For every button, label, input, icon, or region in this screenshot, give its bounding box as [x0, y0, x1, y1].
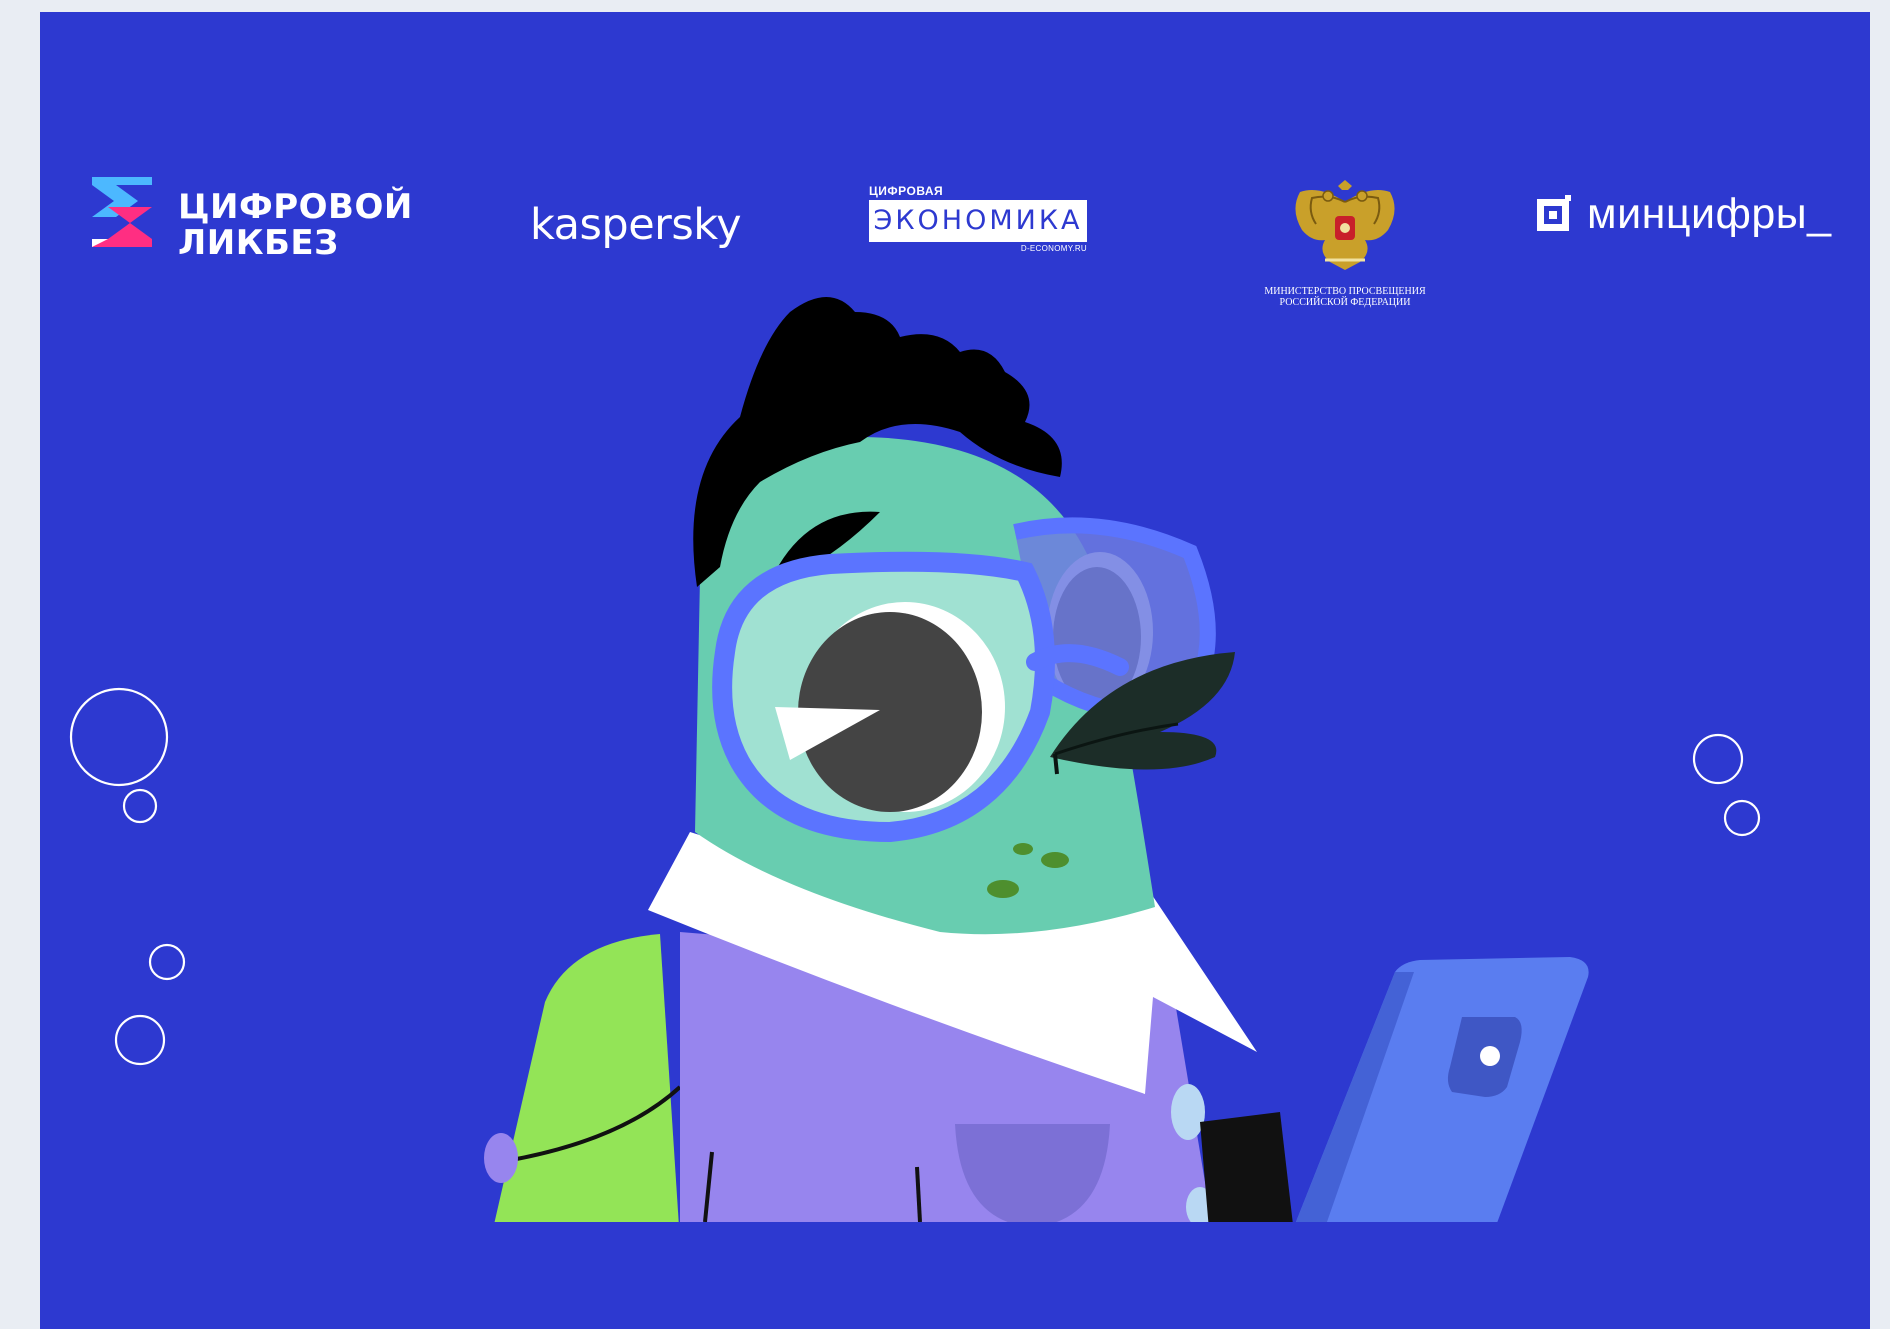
logo-mincifry-text: минцифры_ — [1587, 190, 1832, 238]
logo-ministry-line1: МИНИСТЕРСТВО ПРОСВЕЩЕНИЯ — [1264, 286, 1426, 297]
logo-ministry-of-education: МИНИСТЕРСТВО ПРОСВЕЩЕНИЯ РОССИЙСКОЙ ФЕДЕ… — [1225, 180, 1465, 310]
square-i-icon — [1537, 195, 1571, 231]
logo-economy-url: D-ECONOMY.RU — [1020, 244, 1087, 253]
sleeve-button — [484, 1133, 518, 1183]
double-headed-eagle-emblem — [1295, 180, 1395, 270]
logo-cifrovoy-likbez: ЦИФРОВОЙ ЛИКБЕЗ — [92, 177, 413, 261]
logo-mincifry: минцифры_ — [1537, 188, 1837, 248]
logo-kaspersky: kaspersky — [530, 200, 742, 250]
logo-digital-economy: ЦИФРОВАЯ ЭКОНОМИКА D-ECONOMY.RU — [869, 184, 1087, 254]
logo-kaspersky-text: kaspersky — [530, 200, 742, 250]
logo-likbez-line1: ЦИФРОВОЙ — [178, 187, 413, 227]
logo-economy-word: ЭКОНОМИКА — [869, 200, 1087, 242]
banner: ЦИФРОВОЙ ЛИКБЕЗ kaspersky ЦИФРОВАЯ ЭКОНО… — [40, 12, 1870, 1329]
logo-likbez-line2: ЛИКБЕЗ — [178, 223, 339, 263]
logo-economy-top: ЦИФРОВАЯ — [869, 184, 944, 198]
left-sleeve — [494, 934, 679, 1222]
shirt-button — [1171, 1084, 1205, 1140]
chevron-arrows-icon — [92, 177, 152, 247]
logo-ministry-line2: РОССИЙСКОЙ ФЕДЕРАЦИИ — [1279, 297, 1411, 308]
